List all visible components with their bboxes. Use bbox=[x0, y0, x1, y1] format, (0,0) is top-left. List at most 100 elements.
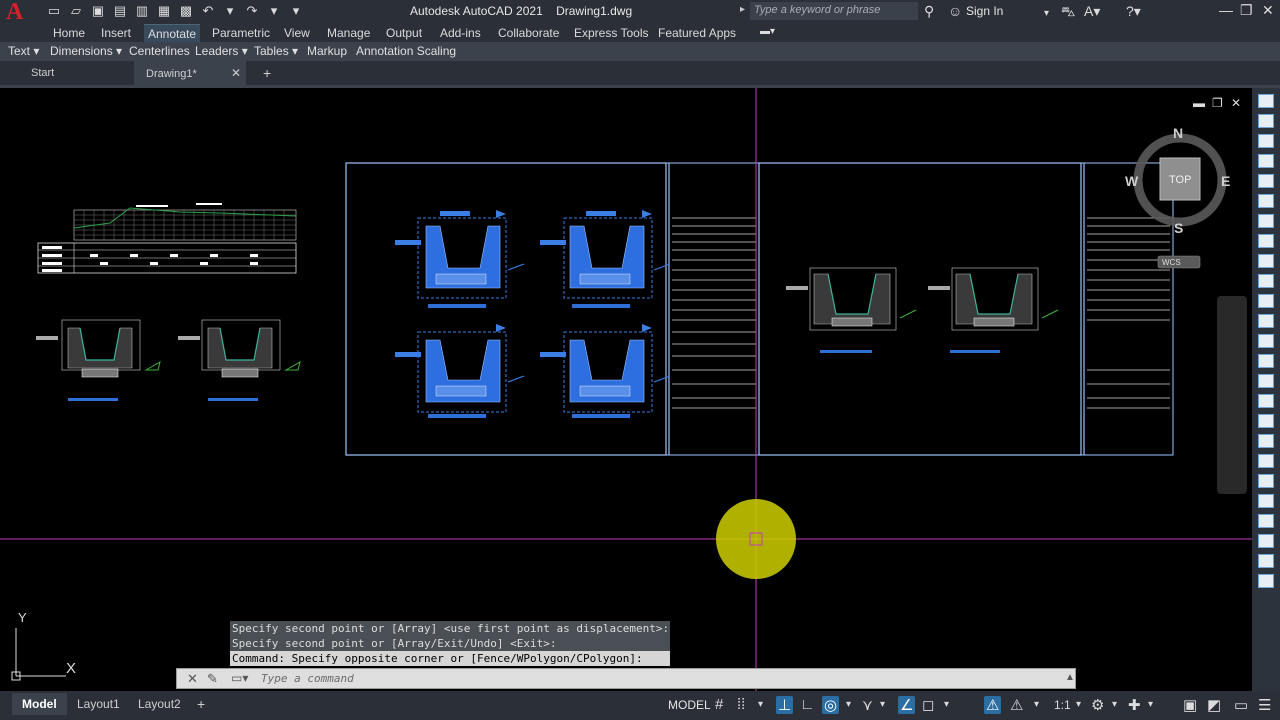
stay-connected-icon[interactable]: A▾ bbox=[1084, 2, 1100, 20]
snap-dropdown-icon[interactable]: ▾ bbox=[758, 699, 763, 710]
close-command-line-icon[interactable]: ✕ bbox=[187, 671, 198, 687]
auto-scale-icon[interactable]: ⚠ bbox=[1010, 696, 1023, 714]
minimize-icon[interactable]: — bbox=[1219, 2, 1233, 18]
palette-tool-icon[interactable] bbox=[1258, 514, 1274, 528]
palette-tool-icon[interactable] bbox=[1258, 374, 1274, 388]
tab-layout2[interactable]: Layout2 bbox=[138, 693, 181, 715]
tab-model[interactable]: Model bbox=[12, 693, 67, 715]
object-snap-icon[interactable]: ◻ bbox=[922, 696, 934, 714]
new-tab-icon[interactable]: + bbox=[263, 65, 271, 81]
palette-tool-icon[interactable] bbox=[1258, 234, 1274, 248]
close-window-icon[interactable]: ✕ bbox=[1262, 2, 1274, 19]
tab-collaborate[interactable]: Collaborate bbox=[498, 26, 559, 40]
palette-tool-icon[interactable] bbox=[1258, 414, 1274, 428]
add-layout-icon[interactable]: + bbox=[197, 693, 205, 715]
ribbon-minimize-icon[interactable]: ▬▾ bbox=[760, 26, 775, 37]
viewport-minimize-icon[interactable]: ▬ bbox=[1193, 96, 1205, 110]
autocad-logo-icon[interactable]: A bbox=[6, 0, 32, 24]
viewcube-west[interactable]: W bbox=[1125, 173, 1138, 189]
sign-in-button[interactable]: Sign In bbox=[966, 4, 1003, 18]
customization-menu-icon[interactable]: ☰ bbox=[1258, 696, 1271, 714]
palette-tool-icon[interactable] bbox=[1258, 154, 1274, 168]
palette-tool-icon[interactable] bbox=[1258, 494, 1274, 508]
help-icon[interactable]: ?▾ bbox=[1126, 2, 1141, 20]
isometric-dropdown-icon[interactable]: ▾ bbox=[880, 699, 885, 710]
isolate-objects-icon[interactable]: ◩ bbox=[1207, 696, 1221, 714]
search-expand-icon[interactable]: ▸ bbox=[740, 4, 745, 15]
infer-constraints-icon[interactable]: ⊥ bbox=[776, 696, 794, 714]
polar-tracking-icon[interactable]: ◎ bbox=[822, 696, 840, 714]
undo-dropdown-icon[interactable]: ▾ bbox=[222, 3, 238, 19]
palette-tool-icon[interactable] bbox=[1258, 354, 1274, 368]
palette-tool-icon[interactable] bbox=[1258, 554, 1274, 568]
navigation-bar[interactable] bbox=[1217, 296, 1247, 494]
model-space-toggle[interactable]: MODEL bbox=[668, 698, 711, 712]
palette-tool-icon[interactable] bbox=[1258, 454, 1274, 468]
viewcube-south[interactable]: S bbox=[1174, 220, 1183, 236]
tab-drawing1[interactable]: Drawing1* bbox=[134, 61, 246, 88]
save-as-icon[interactable]: ▤ bbox=[112, 3, 128, 19]
palette-tool-icon[interactable] bbox=[1258, 194, 1274, 208]
redo-icon[interactable]: ↷ bbox=[244, 3, 260, 19]
undo-icon[interactable]: ↶ bbox=[200, 3, 216, 19]
panel-text[interactable]: Text ▾ bbox=[8, 44, 39, 58]
autoscale-dropdown-icon[interactable]: ▾ bbox=[1034, 699, 1039, 710]
palette-tool-icon[interactable] bbox=[1258, 574, 1274, 588]
palette-tool-icon[interactable] bbox=[1258, 434, 1274, 448]
object-snap-tracking-icon[interactable]: ∠ bbox=[898, 696, 916, 714]
palette-tool-icon[interactable] bbox=[1258, 334, 1274, 348]
tab-start[interactable]: Start bbox=[31, 67, 54, 79]
close-tab-icon[interactable]: ✕ bbox=[231, 66, 241, 80]
viewcube-north[interactable]: N bbox=[1173, 125, 1183, 141]
wcs-menu[interactable]: WCS bbox=[1162, 258, 1181, 267]
autodesk-app-store-icon[interactable]: ⛍ bbox=[1061, 2, 1075, 20]
open-file-icon[interactable]: ▱ bbox=[68, 3, 84, 19]
annotation-monitor-icon[interactable]: ✚ bbox=[1128, 696, 1141, 714]
palette-tool-icon[interactable] bbox=[1258, 534, 1274, 548]
palette-tool-icon[interactable] bbox=[1258, 134, 1274, 148]
command-history-toggle-icon[interactable]: ▲ bbox=[1065, 672, 1075, 683]
clean-screen-icon[interactable]: ▭ bbox=[1234, 696, 1248, 714]
tab-layout1[interactable]: Layout1 bbox=[77, 693, 120, 715]
sign-in-dropdown-icon[interactable]: ▾ bbox=[1044, 5, 1049, 23]
scale-dropdown-icon[interactable]: ▾ bbox=[1076, 699, 1081, 710]
new-file-icon[interactable]: ▭ bbox=[46, 3, 62, 19]
palette-tool-icon[interactable] bbox=[1258, 114, 1274, 128]
palette-tool-icon[interactable] bbox=[1258, 274, 1274, 288]
plot-icon[interactable]: ▩ bbox=[178, 3, 194, 19]
tab-output[interactable]: Output bbox=[386, 26, 422, 40]
panel-markup[interactable]: Markup bbox=[307, 44, 347, 58]
customize-qat-icon[interactable]: ▾ bbox=[288, 3, 304, 19]
tab-parametric[interactable]: Parametric bbox=[212, 26, 270, 40]
customize-icon[interactable]: ✎ bbox=[207, 671, 218, 687]
recent-commands-icon[interactable]: ▭▾ bbox=[231, 671, 248, 685]
palette-tool-icon[interactable] bbox=[1258, 394, 1274, 408]
viewport-restore-icon[interactable]: ❐ bbox=[1212, 96, 1223, 110]
snap-icon[interactable]: ⁞⁞ bbox=[737, 696, 745, 713]
tab-express-tools[interactable]: Express Tools bbox=[574, 26, 648, 40]
open-web-icon[interactable]: ▦ bbox=[156, 3, 172, 19]
workspace-dropdown-icon[interactable]: ▾ bbox=[1112, 699, 1117, 710]
grid-icon[interactable]: # bbox=[715, 696, 723, 713]
search-icon[interactable]: ⚲ bbox=[924, 2, 934, 20]
user-icon[interactable]: ☺ bbox=[948, 2, 962, 20]
search-input[interactable]: Type a keyword or phrase bbox=[750, 2, 918, 20]
tab-view[interactable]: View bbox=[284, 26, 310, 40]
ortho-icon[interactable]: ∟ bbox=[800, 696, 815, 713]
panel-centerlines[interactable]: Centerlines bbox=[129, 44, 190, 58]
units-dropdown-icon[interactable]: ▾ bbox=[1148, 699, 1153, 710]
viewcube-top-face[interactable]: TOP bbox=[1169, 174, 1191, 186]
panel-leaders[interactable]: Leaders ▾ bbox=[195, 44, 248, 58]
palette-tool-icon[interactable] bbox=[1258, 294, 1274, 308]
restore-icon[interactable]: ❐ bbox=[1240, 2, 1253, 19]
redo-dropdown-icon[interactable]: ▾ bbox=[266, 3, 282, 19]
tab-featured-apps[interactable]: Featured Apps bbox=[658, 26, 736, 40]
workspace-gear-icon[interactable]: ⚙ bbox=[1091, 696, 1104, 714]
palette-tool-icon[interactable] bbox=[1258, 314, 1274, 328]
panel-tables[interactable]: Tables ▾ bbox=[254, 44, 298, 58]
web-save-icon[interactable]: ▥ bbox=[134, 3, 150, 19]
polar-dropdown-icon[interactable]: ▾ bbox=[846, 699, 851, 710]
osnap-dropdown-icon[interactable]: ▾ bbox=[944, 699, 949, 710]
palette-tool-icon[interactable] bbox=[1258, 174, 1274, 188]
annotation-visibility-icon[interactable]: ⚠ bbox=[984, 696, 1002, 714]
